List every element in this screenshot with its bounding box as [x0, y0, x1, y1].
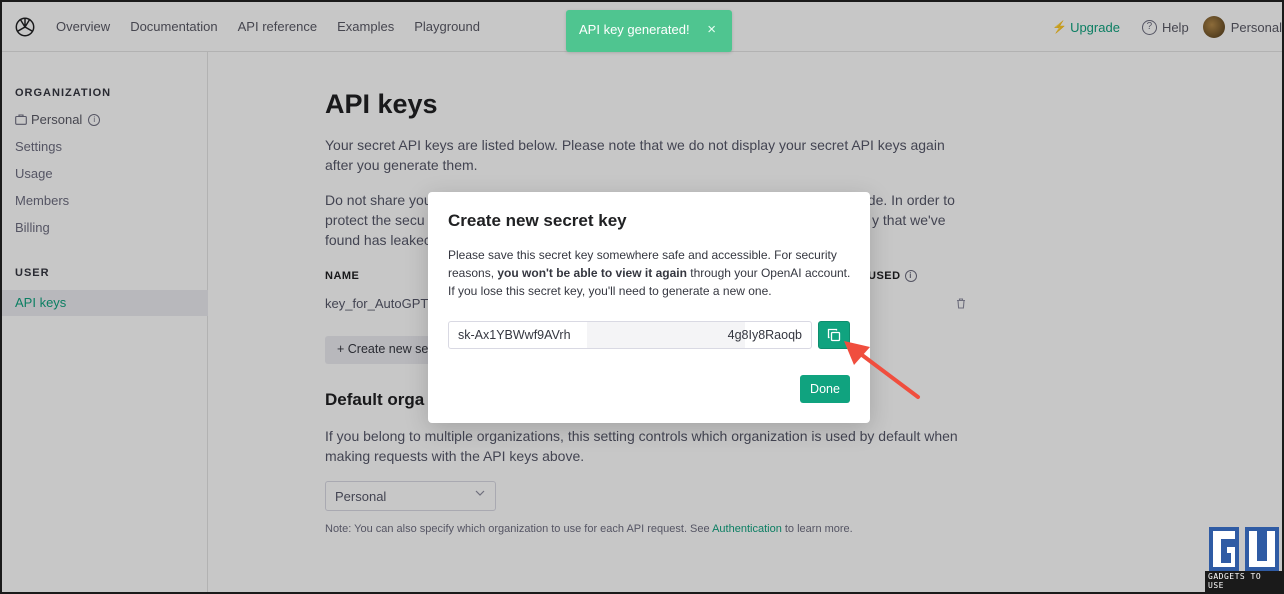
- dialog-title: Create new secret key: [448, 211, 627, 230]
- close-icon[interactable]: ×: [707, 21, 716, 38]
- screenshot-frame: Overview Documentation API reference Exa…: [0, 0, 1284, 594]
- dialog-text-bold: you won't be able to view it again: [497, 266, 687, 280]
- redaction-block: [587, 322, 745, 348]
- toast-notification: API key generated! ×: [566, 10, 732, 52]
- secret-key-end: 4g8Iy8Raoqb: [727, 328, 802, 342]
- secret-key-field[interactable]: sk-Ax1YBWwf9AVrh 4g8Iy8Raoqb: [448, 321, 812, 349]
- dialog-description: Please save this secret key somewhere sa…: [448, 246, 858, 300]
- toast-message: API key generated!: [579, 22, 690, 37]
- secret-key-start: sk-Ax1YBWwf9AVrh: [458, 328, 571, 342]
- watermark-text: GADGETS TO USE: [1208, 572, 1262, 590]
- create-key-dialog: Create new secret key Please save this s…: [428, 192, 870, 423]
- copy-icon: [827, 328, 841, 342]
- annotation-arrow-icon: [844, 341, 920, 399]
